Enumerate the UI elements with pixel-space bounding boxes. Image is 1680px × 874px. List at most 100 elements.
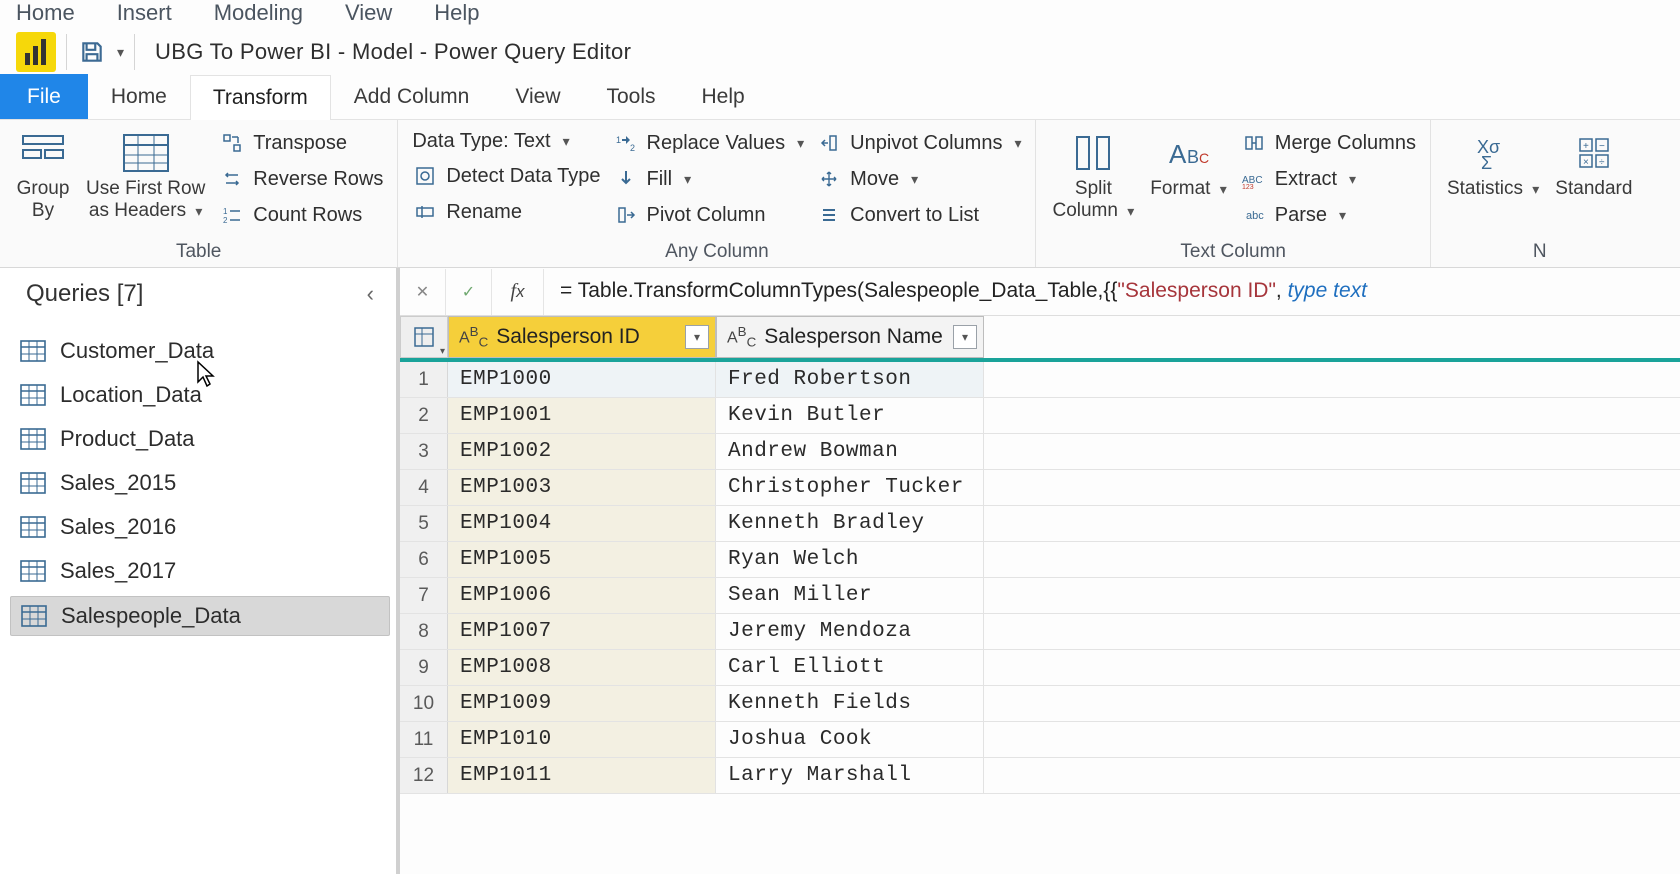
row-number[interactable]: 2: [400, 398, 448, 433]
column-header-salesperson-id[interactable]: ABC Salesperson ID ▾: [448, 316, 716, 358]
row-number[interactable]: 12: [400, 758, 448, 793]
table-row[interactable]: 8EMP1007Jeremy Mendoza: [400, 614, 1680, 650]
ribbon-tab-file[interactable]: File: [0, 74, 88, 119]
row-number[interactable]: 6: [400, 542, 448, 577]
query-item[interactable]: Customer_Data: [10, 332, 390, 370]
ribbon-tab-transform[interactable]: Transform: [190, 75, 331, 120]
split-column-button[interactable]: Split Column ▾: [1044, 124, 1142, 226]
table-row[interactable]: 1EMP1000Fred Robertson: [400, 362, 1680, 398]
transpose-button[interactable]: Transpose: [213, 128, 389, 158]
statistics-button[interactable]: XσΣ Statistics ▾: [1439, 124, 1547, 204]
parse-button[interactable]: abcParse▾: [1235, 200, 1422, 230]
cell-salesperson-id[interactable]: EMP1005: [448, 542, 716, 577]
table-row[interactable]: 11EMP1010Joshua Cook: [400, 722, 1680, 758]
query-item[interactable]: Location_Data: [10, 376, 390, 414]
ribbon-tab-addcolumn[interactable]: Add Column: [331, 74, 493, 119]
data-type-button[interactable]: Data Type: Text▾: [406, 128, 606, 155]
cancel-formula-button[interactable]: ✕: [400, 269, 446, 315]
cell-salesperson-name[interactable]: Kenneth Fields: [716, 686, 984, 721]
row-number[interactable]: 1: [400, 362, 448, 397]
ribbon-tab-home[interactable]: Home: [88, 74, 190, 119]
cell-salesperson-id[interactable]: EMP1000: [448, 362, 716, 397]
format-icon: ABC: [1167, 128, 1211, 178]
pivot-column-button[interactable]: Pivot Column: [607, 200, 811, 230]
reverse-rows-button[interactable]: Reverse Rows: [213, 164, 389, 194]
table-row[interactable]: 2EMP1001Kevin Butler: [400, 398, 1680, 434]
ribbon-tab-help[interactable]: Help: [679, 74, 768, 119]
replace-values-button[interactable]: 12Replace Values▾: [607, 128, 811, 158]
extract-button[interactable]: ABC123Extract▾: [1235, 164, 1422, 194]
cell-salesperson-name[interactable]: Larry Marshall: [716, 758, 984, 793]
cell-salesperson-name[interactable]: Sean Miller: [716, 578, 984, 613]
merge-columns-button[interactable]: Merge Columns: [1235, 128, 1422, 158]
table-row[interactable]: 6EMP1005Ryan Welch: [400, 542, 1680, 578]
standard-button[interactable]: +−×÷ Standard: [1547, 124, 1640, 204]
table-row[interactable]: 3EMP1002Andrew Bowman: [400, 434, 1680, 470]
ext-menu-help[interactable]: Help: [434, 0, 479, 26]
cell-salesperson-id[interactable]: EMP1002: [448, 434, 716, 469]
query-item[interactable]: Sales_2015: [10, 464, 390, 502]
row-number[interactable]: 11: [400, 722, 448, 757]
row-number[interactable]: 3: [400, 434, 448, 469]
cell-salesperson-id[interactable]: EMP1010: [448, 722, 716, 757]
ext-menu-modeling[interactable]: Modeling: [214, 0, 303, 26]
formula-bar[interactable]: = Table.TransformColumnTypes(Salespeople…: [544, 279, 1680, 304]
cell-salesperson-name[interactable]: Andrew Bowman: [716, 434, 984, 469]
table-row[interactable]: 4EMP1003Christopher Tucker: [400, 470, 1680, 506]
cell-salesperson-name[interactable]: Joshua Cook: [716, 722, 984, 757]
table-row[interactable]: 9EMP1008Carl Elliott: [400, 650, 1680, 686]
cell-salesperson-name[interactable]: Jeremy Mendoza: [716, 614, 984, 649]
column-filter-dropdown[interactable]: ▾: [953, 325, 977, 349]
cell-salesperson-name[interactable]: Kevin Butler: [716, 398, 984, 433]
table-select-all[interactable]: ▾: [400, 316, 448, 358]
move-button[interactable]: Move▾: [810, 164, 1027, 194]
rename-button[interactable]: Rename: [406, 197, 606, 227]
cell-salesperson-id[interactable]: EMP1001: [448, 398, 716, 433]
cell-salesperson-name[interactable]: Kenneth Bradley: [716, 506, 984, 541]
commit-formula-button[interactable]: ✓: [446, 269, 492, 315]
row-number[interactable]: 8: [400, 614, 448, 649]
row-number[interactable]: 7: [400, 578, 448, 613]
query-item[interactable]: Sales_2017: [10, 552, 390, 590]
query-item[interactable]: Salespeople_Data: [10, 596, 390, 636]
ext-menu-insert[interactable]: Insert: [117, 0, 172, 26]
format-button[interactable]: ABC Format ▾: [1142, 124, 1235, 204]
detect-data-type-button[interactable]: Detect Data Type: [406, 161, 606, 191]
cell-salesperson-id[interactable]: EMP1006: [448, 578, 716, 613]
cell-salesperson-id[interactable]: EMP1007: [448, 614, 716, 649]
use-first-row-headers-button[interactable]: Use First Row as Headers ▾: [78, 124, 213, 226]
column-header-salesperson-name[interactable]: ABC Salesperson Name ▾: [716, 316, 984, 358]
unpivot-columns-button[interactable]: Unpivot Columns▾: [810, 128, 1027, 158]
count-rows-button[interactable]: 12Count Rows: [213, 200, 389, 230]
cell-salesperson-name[interactable]: Ryan Welch: [716, 542, 984, 577]
table-row[interactable]: 10EMP1009Kenneth Fields: [400, 686, 1680, 722]
cell-salesperson-id[interactable]: EMP1009: [448, 686, 716, 721]
ribbon-tab-view[interactable]: View: [492, 74, 583, 119]
query-item[interactable]: Product_Data: [10, 420, 390, 458]
cell-salesperson-id[interactable]: EMP1011: [448, 758, 716, 793]
table-row[interactable]: 7EMP1006Sean Miller: [400, 578, 1680, 614]
cell-salesperson-id[interactable]: EMP1004: [448, 506, 716, 541]
group-by-button[interactable]: Group By: [8, 124, 78, 226]
convert-to-list-button[interactable]: Convert to List: [810, 200, 1027, 230]
ribbon-tab-tools[interactable]: Tools: [583, 74, 678, 119]
cell-salesperson-name[interactable]: Christopher Tucker: [716, 470, 984, 505]
ext-menu-view[interactable]: View: [345, 0, 392, 26]
row-number[interactable]: 5: [400, 506, 448, 541]
row-number[interactable]: 9: [400, 650, 448, 685]
cell-salesperson-id[interactable]: EMP1003: [448, 470, 716, 505]
column-filter-dropdown[interactable]: ▾: [685, 325, 709, 349]
collapse-queries-icon[interactable]: ‹: [367, 281, 374, 307]
cell-salesperson-name[interactable]: Carl Elliott: [716, 650, 984, 685]
table-row[interactable]: 5EMP1004Kenneth Bradley: [400, 506, 1680, 542]
fill-button[interactable]: Fill▾: [607, 164, 811, 194]
table-row[interactable]: 12EMP1011Larry Marshall: [400, 758, 1680, 794]
row-number[interactable]: 4: [400, 470, 448, 505]
cell-salesperson-name[interactable]: Fred Robertson: [716, 362, 984, 397]
query-item[interactable]: Sales_2016: [10, 508, 390, 546]
row-number[interactable]: 10: [400, 686, 448, 721]
ext-menu-home[interactable]: Home: [16, 0, 75, 26]
qat-dropdown-icon[interactable]: ▾: [117, 44, 124, 61]
cell-salesperson-id[interactable]: EMP1008: [448, 650, 716, 685]
save-button[interactable]: [77, 37, 107, 67]
